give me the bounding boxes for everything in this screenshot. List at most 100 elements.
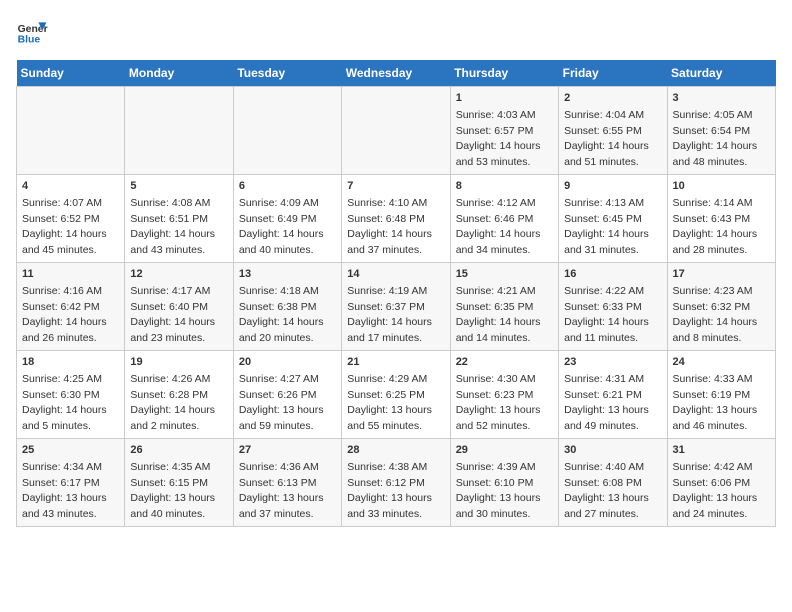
- calendar-header-row: SundayMondayTuesdayWednesdayThursdayFrid…: [17, 60, 776, 87]
- day-number: 8: [456, 179, 553, 194]
- calendar-cell: 6 Sunrise: 4:09 AM Sunset: 6:49 PM Daylig…: [233, 175, 341, 263]
- day-of-week-header: Saturday: [667, 60, 775, 87]
- day-number: 28: [347, 443, 444, 458]
- calendar-cell: 29 Sunrise: 4:39 AM Sunset: 6:10 PM Dayli…: [450, 439, 558, 527]
- day-number: 5: [130, 179, 227, 194]
- day-info: Sunrise: 4:04 AM Sunset: 6:55 PM Dayligh…: [564, 109, 649, 167]
- day-info: Sunrise: 4:39 AM Sunset: 6:10 PM Dayligh…: [456, 461, 541, 519]
- calendar-cell: 30 Sunrise: 4:40 AM Sunset: 6:08 PM Dayli…: [559, 439, 667, 527]
- day-number: 22: [456, 355, 553, 370]
- day-info: Sunrise: 4:17 AM Sunset: 6:40 PM Dayligh…: [130, 285, 215, 343]
- calendar-cell: 15 Sunrise: 4:21 AM Sunset: 6:35 PM Dayli…: [450, 263, 558, 351]
- day-of-week-header: Wednesday: [342, 60, 450, 87]
- calendar-cell: 3Sunrise: 4:05 AM Sunset: 6:54 PM Daylig…: [667, 87, 775, 175]
- calendar-cell: 1 Sunrise: 4:03 AM Sunset: 6:57 PM Daylig…: [450, 87, 558, 175]
- calendar-cell: 9Sunrise: 4:13 AM Sunset: 6:45 PM Daylig…: [559, 175, 667, 263]
- day-info: Sunrise: 4:31 AM Sunset: 6:21 PM Dayligh…: [564, 373, 649, 431]
- day-of-week-header: Monday: [125, 60, 233, 87]
- calendar-cell: 21 Sunrise: 4:29 AM Sunset: 6:25 PM Dayli…: [342, 351, 450, 439]
- logo-icon: General Blue: [16, 16, 48, 48]
- day-info: Sunrise: 4:25 AM Sunset: 6:30 PM Dayligh…: [22, 373, 107, 431]
- day-number: 6: [239, 179, 336, 194]
- day-info: Sunrise: 4:10 AM Sunset: 6:48 PM Dayligh…: [347, 197, 432, 255]
- day-info: Sunrise: 4:09 AM Sunset: 6:49 PM Dayligh…: [239, 197, 324, 255]
- day-info: Sunrise: 4:35 AM Sunset: 6:15 PM Dayligh…: [130, 461, 215, 519]
- calendar-cell: 8 Sunrise: 4:12 AM Sunset: 6:46 PM Daylig…: [450, 175, 558, 263]
- day-number: 31: [673, 443, 770, 458]
- day-number: 1: [456, 91, 553, 106]
- day-of-week-header: Friday: [559, 60, 667, 87]
- page-header: General Blue: [16, 16, 776, 48]
- day-of-week-header: Thursday: [450, 60, 558, 87]
- calendar-cell: [342, 87, 450, 175]
- day-number: 11: [22, 267, 119, 282]
- day-number: 24: [673, 355, 770, 370]
- day-info: Sunrise: 4:12 AM Sunset: 6:46 PM Dayligh…: [456, 197, 541, 255]
- calendar-cell: 20 Sunrise: 4:27 AM Sunset: 6:26 PM Dayli…: [233, 351, 341, 439]
- calendar-cell: 31 Sunrise: 4:42 AM Sunset: 6:06 PM Dayli…: [667, 439, 775, 527]
- calendar-cell: 16 Sunrise: 4:22 AM Sunset: 6:33 PM Dayli…: [559, 263, 667, 351]
- day-info: Sunrise: 4:40 AM Sunset: 6:08 PM Dayligh…: [564, 461, 649, 519]
- day-info: Sunrise: 4:38 AM Sunset: 6:12 PM Dayligh…: [347, 461, 432, 519]
- calendar-cell: 14Sunrise: 4:19 AM Sunset: 6:37 PM Dayli…: [342, 263, 450, 351]
- day-number: 10: [673, 179, 770, 194]
- day-number: 2: [564, 91, 661, 106]
- day-info: Sunrise: 4:33 AM Sunset: 6:19 PM Dayligh…: [673, 373, 758, 431]
- calendar-cell: 13 Sunrise: 4:18 AM Sunset: 6:38 PM Dayli…: [233, 263, 341, 351]
- day-number: 15: [456, 267, 553, 282]
- calendar-cell: 2 Sunrise: 4:04 AM Sunset: 6:55 PM Daylig…: [559, 87, 667, 175]
- day-number: 13: [239, 267, 336, 282]
- day-number: 12: [130, 267, 227, 282]
- day-info: Sunrise: 4:27 AM Sunset: 6:26 PM Dayligh…: [239, 373, 324, 431]
- day-number: 7: [347, 179, 444, 194]
- calendar-cell: [233, 87, 341, 175]
- day-number: 3: [673, 91, 770, 106]
- calendar-cell: [17, 87, 125, 175]
- svg-text:Blue: Blue: [18, 34, 41, 45]
- calendar-cell: 5Sunrise: 4:08 AM Sunset: 6:51 PM Daylig…: [125, 175, 233, 263]
- day-of-week-header: Tuesday: [233, 60, 341, 87]
- day-info: Sunrise: 4:22 AM Sunset: 6:33 PM Dayligh…: [564, 285, 649, 343]
- day-info: Sunrise: 4:42 AM Sunset: 6:06 PM Dayligh…: [673, 461, 758, 519]
- day-info: Sunrise: 4:30 AM Sunset: 6:23 PM Dayligh…: [456, 373, 541, 431]
- calendar-cell: 25Sunrise: 4:34 AM Sunset: 6:17 PM Dayli…: [17, 439, 125, 527]
- day-number: 26: [130, 443, 227, 458]
- day-info: Sunrise: 4:07 AM Sunset: 6:52 PM Dayligh…: [22, 197, 107, 255]
- calendar-cell: 7 Sunrise: 4:10 AM Sunset: 6:48 PM Daylig…: [342, 175, 450, 263]
- day-info: Sunrise: 4:21 AM Sunset: 6:35 PM Dayligh…: [456, 285, 541, 343]
- day-number: 16: [564, 267, 661, 282]
- day-number: 20: [239, 355, 336, 370]
- calendar-cell: 26 Sunrise: 4:35 AM Sunset: 6:15 PM Dayli…: [125, 439, 233, 527]
- day-info: Sunrise: 4:03 AM Sunset: 6:57 PM Dayligh…: [456, 109, 541, 167]
- day-number: 23: [564, 355, 661, 370]
- calendar-cell: 23 Sunrise: 4:31 AM Sunset: 6:21 PM Dayli…: [559, 351, 667, 439]
- day-number: 27: [239, 443, 336, 458]
- calendar-week-row: 1 Sunrise: 4:03 AM Sunset: 6:57 PM Daylig…: [17, 87, 776, 175]
- day-number: 17: [673, 267, 770, 282]
- calendar-week-row: 25Sunrise: 4:34 AM Sunset: 6:17 PM Dayli…: [17, 439, 776, 527]
- calendar-week-row: 18Sunrise: 4:25 AM Sunset: 6:30 PM Dayli…: [17, 351, 776, 439]
- day-number: 30: [564, 443, 661, 458]
- day-info: Sunrise: 4:18 AM Sunset: 6:38 PM Dayligh…: [239, 285, 324, 343]
- calendar-cell: 24 Sunrise: 4:33 AM Sunset: 6:19 PM Dayli…: [667, 351, 775, 439]
- calendar-cell: 19Sunrise: 4:26 AM Sunset: 6:28 PM Dayli…: [125, 351, 233, 439]
- day-info: Sunrise: 4:14 AM Sunset: 6:43 PM Dayligh…: [673, 197, 758, 255]
- calendar-cell: 28 Sunrise: 4:38 AM Sunset: 6:12 PM Dayli…: [342, 439, 450, 527]
- day-of-week-header: Sunday: [17, 60, 125, 87]
- day-info: Sunrise: 4:29 AM Sunset: 6:25 PM Dayligh…: [347, 373, 432, 431]
- logo: General Blue: [16, 16, 48, 48]
- calendar-week-row: 4 Sunrise: 4:07 AM Sunset: 6:52 PM Daylig…: [17, 175, 776, 263]
- day-number: 14: [347, 267, 444, 282]
- day-info: Sunrise: 4:34 AM Sunset: 6:17 PM Dayligh…: [22, 461, 107, 519]
- calendar-cell: 4 Sunrise: 4:07 AM Sunset: 6:52 PM Daylig…: [17, 175, 125, 263]
- calendar-cell: 12 Sunrise: 4:17 AM Sunset: 6:40 PM Dayli…: [125, 263, 233, 351]
- calendar-table: SundayMondayTuesdayWednesdayThursdayFrid…: [16, 60, 776, 527]
- day-number: 19: [130, 355, 227, 370]
- day-number: 4: [22, 179, 119, 194]
- day-number: 21: [347, 355, 444, 370]
- calendar-cell: 18Sunrise: 4:25 AM Sunset: 6:30 PM Dayli…: [17, 351, 125, 439]
- day-number: 29: [456, 443, 553, 458]
- calendar-cell: [125, 87, 233, 175]
- calendar-cell: 22 Sunrise: 4:30 AM Sunset: 6:23 PM Dayli…: [450, 351, 558, 439]
- day-number: 9: [564, 179, 661, 194]
